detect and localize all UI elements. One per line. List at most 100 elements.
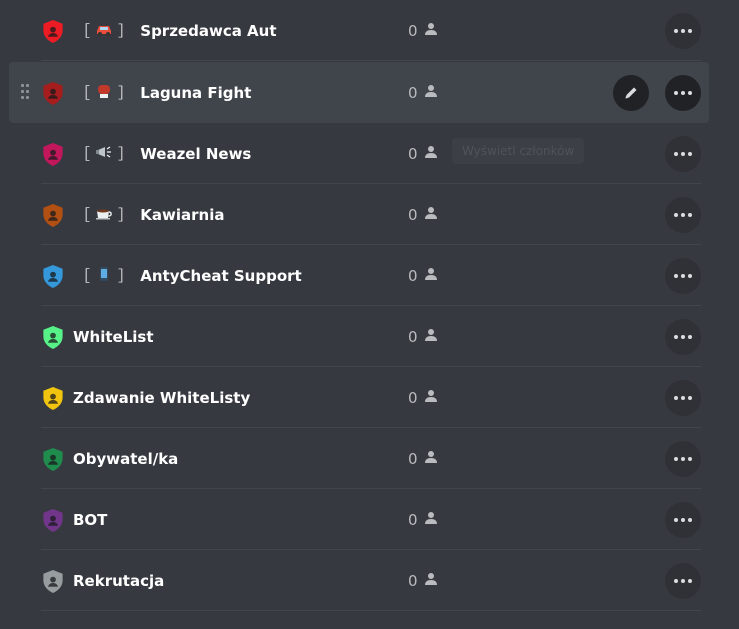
more-dots-icon — [674, 152, 678, 156]
view-members-tooltip: Wyświetl członków — [452, 138, 585, 164]
person-icon — [424, 389, 438, 407]
role-name-text: AntyCheat Support — [140, 266, 302, 285]
bracket-open: ［ — [75, 22, 91, 40]
shield-icon — [41, 264, 65, 289]
more-dots-icon — [674, 274, 678, 278]
member-count-value: 0 — [408, 266, 418, 285]
member-count-value: 0 — [408, 571, 418, 590]
person-icon — [424, 267, 438, 285]
role-name-text: Obywatel/ka — [73, 449, 179, 468]
member-count-value: 0 — [408, 21, 418, 40]
role-row[interactable]: WhiteList 0 — [41, 306, 701, 367]
role-row[interactable]: Obywatel/ka 0 — [41, 428, 701, 489]
member-count[interactable]: 0 — [408, 428, 438, 489]
more-options-button[interactable] — [665, 13, 701, 49]
role-name: Obywatel/ka — [73, 428, 178, 489]
member-count-value: 0 — [408, 144, 418, 163]
more-options-button[interactable] — [665, 563, 701, 599]
pencil-icon — [625, 87, 637, 99]
bracket-close: ］ — [118, 267, 134, 285]
member-count[interactable]: 0 — [408, 306, 438, 367]
role-name: ［ ］ Weazel News — [73, 123, 251, 184]
role-row[interactable]: Zdawanie WhiteListy 0 — [41, 367, 701, 428]
bracket-close: ］ — [118, 22, 134, 40]
more-options-button[interactable] — [665, 502, 701, 538]
more-dots-icon — [674, 335, 678, 339]
more-dots-icon — [674, 213, 678, 217]
bracket-open: ［ — [75, 206, 91, 224]
member-count-value: 0 — [408, 83, 418, 102]
shield-icon — [41, 447, 65, 472]
member-count-value: 0 — [408, 388, 418, 407]
role-row[interactable]: ［ ］ Laguna Fight 0 — [9, 62, 709, 123]
shield-icon — [41, 508, 65, 533]
role-name-text: BOT — [73, 510, 108, 529]
more-dots-icon — [674, 518, 678, 522]
more-options-button[interactable] — [665, 380, 701, 416]
shield-icon — [41, 325, 65, 350]
member-count[interactable]: 0 — [408, 62, 438, 123]
member-count-value: 0 — [408, 510, 418, 529]
role-name: ［ ］ Laguna Fight — [73, 62, 251, 123]
member-count-value: 0 — [408, 205, 418, 224]
more-dots-icon — [674, 457, 678, 461]
drag-handle-icon[interactable] — [21, 84, 29, 100]
person-icon — [424, 572, 438, 590]
role-name-text: Weazel News — [140, 144, 252, 163]
member-count[interactable]: 0 — [408, 367, 438, 428]
role-name: Rekrutacja — [73, 550, 164, 611]
role-row[interactable]: ［ ］ Weazel News 0 — [41, 123, 701, 184]
megaphone-icon — [92, 144, 116, 164]
bracket-open: ［ — [75, 84, 91, 102]
role-name-text: Laguna Fight — [140, 83, 252, 102]
member-count[interactable]: 0 — [408, 0, 438, 61]
shield-icon — [41, 142, 65, 167]
person-icon — [424, 145, 438, 163]
member-count[interactable]: 0 — [408, 245, 438, 306]
shield-icon — [41, 569, 65, 594]
role-row[interactable]: ［ ］ Sprzedawca Aut 0 — [41, 0, 701, 61]
bracket-open: ［ — [75, 267, 91, 285]
member-count[interactable]: 0 — [408, 550, 438, 611]
more-options-button[interactable] — [665, 319, 701, 355]
more-dots-icon — [674, 29, 678, 33]
role-name-text: Kawiarnia — [140, 205, 225, 224]
person-icon — [424, 84, 438, 102]
role-row[interactable]: ［ ］ AntyCheat Support 0 — [41, 245, 701, 306]
coffee-icon — [92, 205, 116, 225]
more-options-button[interactable] — [665, 258, 701, 294]
more-dots-icon — [674, 396, 678, 400]
role-name-text: Sprzedawca Aut — [140, 21, 277, 40]
boxing-glove-icon — [92, 83, 116, 103]
role-name-text: Rekrutacja — [73, 571, 165, 590]
role-name: ［ ］ Kawiarnia — [73, 184, 224, 245]
person-icon — [424, 450, 438, 468]
shield-icon — [41, 386, 65, 411]
role-name: ［ ］ Sprzedawca Aut — [73, 0, 277, 61]
role-row[interactable]: Rekrutacja 0 — [41, 550, 701, 611]
more-options-button[interactable] — [665, 197, 701, 233]
edit-role-button[interactable] — [613, 75, 649, 111]
role-name-text: Zdawanie WhiteListy — [73, 388, 251, 407]
mobile-phone-icon — [92, 266, 116, 286]
person-icon — [424, 22, 438, 40]
bracket-close: ］ — [118, 206, 134, 224]
role-row[interactable]: BOT 0 — [41, 489, 701, 550]
person-icon — [424, 328, 438, 346]
member-count[interactable]: 0 — [408, 489, 438, 550]
more-dots-icon — [674, 579, 678, 583]
car-icon — [92, 21, 116, 41]
role-name: WhiteList — [73, 306, 154, 367]
member-count[interactable]: 0 — [408, 184, 438, 245]
role-name: BOT — [73, 489, 107, 550]
more-options-button[interactable] — [665, 441, 701, 477]
more-options-button[interactable] — [665, 75, 701, 111]
more-dots-icon — [674, 91, 678, 95]
member-count[interactable]: 0 — [408, 123, 438, 184]
shield-icon — [41, 19, 65, 44]
more-options-button[interactable] — [665, 136, 701, 172]
bracket-open: ［ — [75, 145, 91, 163]
role-row[interactable]: ［ ］ Kawiarnia 0 — [41, 184, 701, 245]
shield-icon — [41, 81, 65, 106]
member-count-value: 0 — [408, 449, 418, 468]
